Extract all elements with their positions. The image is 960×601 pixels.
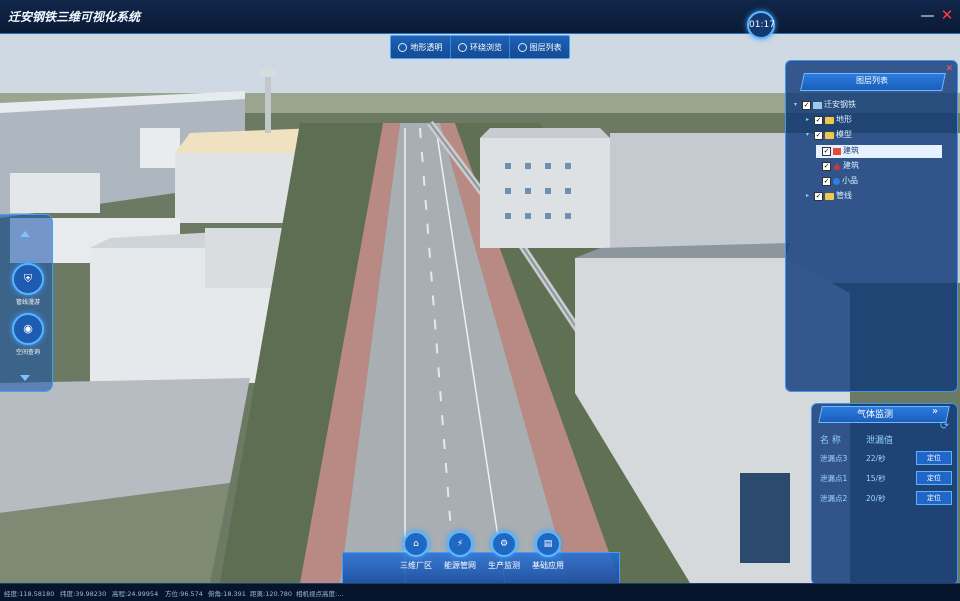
column-header-value: 泄漏值 <box>866 436 894 446</box>
locate-button[interactable]: 定位 <box>916 451 952 465</box>
gas-table-header: 名 称 泄漏值 <box>820 434 952 448</box>
tree-node-pipeline[interactable]: ▸ ✓ 管线 <box>806 190 852 202</box>
pipeline-icon: ⛨ <box>12 263 44 295</box>
leak-value: 22/秒 <box>866 453 886 463</box>
tree-node-label: 迁安钢铁 <box>824 100 856 109</box>
left-nav-item-pipeline-roam[interactable]: ⛨ 管线漫游 <box>10 263 46 306</box>
expand-toggle-icon[interactable]: ▸ <box>806 190 812 202</box>
layer-tree: ▾ ✓ 迁安钢铁 ▸ ✓ 地形 ▾ ✓ 模型 ✓ 建筑 ✓ 建筑 ✓ 小品 ▸ … <box>794 99 950 389</box>
tree-node-label: 管线 <box>836 191 852 200</box>
gas-panel-title: 气体监测 <box>856 410 893 420</box>
ship-icon <box>833 162 841 170</box>
left-nav-label: 管线漫游 <box>15 299 40 306</box>
orbit-icon <box>458 42 467 52</box>
expand-toggle-icon[interactable]: ▸ <box>806 114 812 126</box>
checkbox[interactable]: ✓ <box>822 146 831 156</box>
table-row: 泄漏点3 22/秒 定位 <box>820 448 952 468</box>
status-latitude: 纬度:39.98230 <box>60 590 107 598</box>
building-icon <box>833 147 841 155</box>
top-toolbar: 地形透明 环绕浏览 图层列表 <box>390 35 570 59</box>
small-item-icon <box>833 177 840 185</box>
status-altitude: 高程:24.99954 <box>112 590 159 598</box>
tree-node-label: 建筑 <box>843 161 859 170</box>
leak-value: 20/秒 <box>866 493 886 503</box>
leak-point-name: 泄漏点1 <box>820 473 848 483</box>
bottom-nav-label: 基础应用 <box>532 561 564 570</box>
app-title: 迁安钢铁三维可视化系统 <box>8 10 141 24</box>
close-button[interactable]: ✕ <box>940 6 954 24</box>
status-pitch: 俯角:18.391 <box>208 590 246 598</box>
factory-icon: ⌂ <box>403 531 429 557</box>
eye-icon: ◉ <box>12 313 44 345</box>
left-nav-item-spatial-query[interactable]: ◉ 空间查询 <box>10 313 46 356</box>
tree-node-label: 建筑 <box>843 146 859 155</box>
checkbox[interactable]: ✓ <box>822 176 831 186</box>
energy-network-icon: ⚡ <box>447 531 473 557</box>
layer-list-button[interactable]: 图层列表 <box>510 36 569 58</box>
title-bar: 迁安钢铁三维可视化系统 01:17 — ✕ <box>0 0 960 39</box>
bottom-nav-bar: ⌂ 三维厂区 ⚡ 能源管网 ⚙ 生产监测 ▤ 基础应用 <box>342 531 620 583</box>
root-icon <box>813 101 822 109</box>
left-nav-label: 空间查询 <box>15 349 40 356</box>
table-row: 泄漏点1 15/秒 定位 <box>820 468 952 488</box>
status-heading: 方位:96.574 <box>165 590 203 598</box>
checkbox[interactable]: ✓ <box>802 100 811 110</box>
orbit-browse-button[interactable]: 环绕浏览 <box>451 36 511 58</box>
expand-toggle-icon[interactable]: ▾ <box>794 99 800 111</box>
gas-table: 名 称 泄漏值 泄漏点3 22/秒 定位 泄漏点1 15/秒 定位 泄漏点2 2… <box>820 434 952 508</box>
layer-panel-close-button[interactable]: ✕ <box>945 64 953 74</box>
tree-node-model[interactable]: ▾ ✓ 模型 <box>806 129 852 141</box>
tree-node-building-2[interactable]: ✓ 建筑 <box>822 160 859 172</box>
tree-node-label: 地形 <box>836 115 852 124</box>
refresh-icon[interactable]: ⟳ <box>940 419 949 432</box>
status-camera-height: 相机视点高度:... <box>296 590 344 598</box>
layer-panel-title: 图层列表 <box>856 76 888 85</box>
scroll-up-arrow-icon[interactable] <box>20 231 30 237</box>
minimize-button[interactable]: — <box>921 7 935 25</box>
status-bar: 经度:118.58180 纬度:39.98230 高程:24.99954 方位:… <box>0 583 960 601</box>
locate-button[interactable]: 定位 <box>916 491 952 505</box>
tree-node-small-items[interactable]: ✓ 小品 <box>822 175 858 187</box>
tree-node-root[interactable]: ▾ ✓ 迁安钢铁 <box>794 99 856 111</box>
leak-point-name: 泄漏点3 <box>820 453 848 463</box>
gas-monitor-panel: 气体监测 » ⟳ 名 称 泄漏值 泄漏点3 22/秒 定位 泄漏点1 15/秒 … <box>811 403 958 585</box>
column-header-name: 名 称 <box>820 436 841 446</box>
toolbar-label: 环绕浏览 <box>470 42 502 52</box>
folder-icon <box>825 192 834 200</box>
left-nav-panel: ⛨ 管线漫游 ◉ 空间查询 <box>0 214 53 392</box>
clock-badge: 01:17 <box>747 11 775 39</box>
scroll-down-arrow-icon[interactable] <box>20 375 30 381</box>
checkbox[interactable]: ✓ <box>822 161 831 171</box>
bottom-nav-basic-app[interactable]: ▤ 基础应用 <box>518 531 578 571</box>
expand-arrow-icon[interactable]: » <box>932 406 938 417</box>
terrain-icon <box>398 42 408 52</box>
locate-button[interactable]: 定位 <box>916 471 952 485</box>
expand-toggle-icon[interactable]: ▾ <box>806 129 812 141</box>
tree-node-label: 模型 <box>836 130 852 139</box>
table-row: 泄漏点2 20/秒 定位 <box>820 488 952 508</box>
folder-icon <box>825 131 834 139</box>
toolbar-label: 地形透明 <box>410 42 443 52</box>
tree-node-building[interactable]: ✓ 建筑 <box>822 145 859 157</box>
toolbar-label: 图层列表 <box>529 42 562 52</box>
checkbox[interactable]: ✓ <box>814 130 823 140</box>
tree-node-terrain[interactable]: ▸ ✓ 地形 <box>806 114 852 126</box>
production-monitor-icon: ⚙ <box>491 531 517 557</box>
status-longitude: 经度:118.58180 <box>4 590 55 598</box>
leak-value: 15/秒 <box>866 473 886 483</box>
folder-icon <box>825 116 834 124</box>
layers-icon <box>517 42 527 52</box>
terrain-transparency-button[interactable]: 地形透明 <box>391 36 451 58</box>
layer-list-panel: 图层列表 ✕ ▾ ✓ 迁安钢铁 ▸ ✓ 地形 ▾ ✓ 模型 ✓ 建筑 ✓ 建筑 … <box>785 60 958 392</box>
checkbox[interactable]: ✓ <box>814 191 823 201</box>
window-controls: — ✕ <box>919 6 955 25</box>
status-distance: 距离:120.780 <box>250 590 293 598</box>
checkbox[interactable]: ✓ <box>814 115 823 125</box>
leak-point-name: 泄漏点2 <box>820 493 848 503</box>
tree-node-label: 小品 <box>842 176 858 185</box>
basic-app-icon: ▤ <box>535 531 561 557</box>
